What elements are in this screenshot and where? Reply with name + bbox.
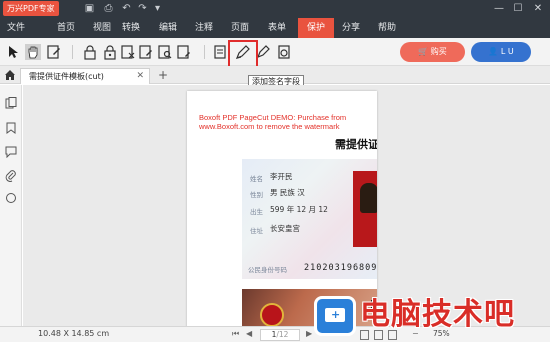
page-number-input[interactable]: 1/12 [260, 329, 300, 341]
id-label-gender: 性别 [250, 191, 263, 199]
pdf-page[interactable]: Boxoft PDF PageCut DEMO: Purchase from w… [187, 91, 377, 326]
user-account-button[interactable]: 👤 L U [471, 42, 531, 62]
close-tab-icon[interactable]: ✕ [136, 69, 144, 84]
menu-convert[interactable]: 转换 [115, 18, 147, 38]
id-value-name: 李开民 [270, 172, 293, 181]
permission-lock-icon[interactable] [102, 44, 118, 60]
id-label-name: 姓名 [250, 175, 263, 183]
app-title: 万兴PDF专家 [3, 1, 59, 16]
select-cursor-icon[interactable] [6, 44, 22, 60]
redact-mark-icon[interactable] [176, 44, 192, 60]
menu-view[interactable]: 视图 [86, 18, 118, 38]
lock-icon[interactable] [82, 44, 98, 60]
menu-help[interactable]: 帮助 [371, 18, 403, 38]
document-title: 需提供证 [335, 138, 377, 151]
buy-button[interactable]: 🛒 购买 [400, 42, 465, 62]
menu-bar: 文件 首页 视图 转换 编辑 注释 页面 表单 保护 分享 帮助 [0, 18, 550, 38]
menu-protect[interactable]: 保护 [298, 18, 334, 38]
prev-page-icon[interactable]: ◀ [246, 329, 252, 338]
id-card-front: 姓名 李开民 性别 男 民族 汉 出生 599 年 12 月 12 住址 长安皇… [242, 159, 377, 279]
document-canvas[interactable]: Boxoft PDF PageCut DEMO: Purchase from w… [23, 85, 550, 326]
menu-comment[interactable]: 注释 [188, 18, 220, 38]
national-emblem-icon [260, 303, 284, 326]
menu-share[interactable]: 分享 [335, 18, 367, 38]
clear-signature-icon[interactable] [276, 44, 292, 60]
toolbar [0, 38, 550, 66]
plus-icon: + [331, 308, 341, 321]
id-photo-portrait [360, 183, 377, 213]
close-window-icon[interactable]: ✕ [531, 2, 545, 16]
attachment-icon[interactable] [5, 170, 17, 182]
total-pages: /12 [276, 330, 289, 339]
next-page-icon[interactable]: ▶ [306, 329, 312, 338]
menu-page[interactable]: 页面 [224, 18, 256, 38]
page-size-label: 10.48 X 14.85 cm [38, 329, 110, 338]
menu-home[interactable]: 首页 [50, 18, 82, 38]
thumbnails-icon[interactable] [5, 97, 17, 109]
new-tab-icon[interactable]: + [158, 67, 168, 83]
title-bar: 万兴PDF专家 ▣ ⎙ ↶ ↷ ▾ — ☐ ✕ [0, 0, 550, 18]
maximize-icon[interactable]: ☐ [511, 2, 525, 16]
dropdown-icon[interactable]: ▾ [152, 3, 163, 14]
hand-tool-icon[interactable] [25, 44, 41, 60]
menu-form[interactable]: 表单 [261, 18, 293, 38]
id-label-address: 住址 [250, 227, 263, 235]
home-icon[interactable] [4, 69, 16, 81]
demo-watermark-text: Boxoft PDF PageCut DEMO: Purchase from w… [199, 113, 347, 131]
site-logo-icon: + [314, 296, 356, 336]
user-label: L U [500, 47, 514, 56]
id-value-birth: 599 年 12 月 12 [270, 205, 328, 214]
comment-icon[interactable] [5, 146, 17, 159]
id-number: 210203196809 [304, 263, 377, 273]
redo-icon[interactable]: ↷ [137, 3, 148, 14]
toolbar-divider [204, 45, 205, 59]
minimize-icon[interactable]: — [492, 2, 506, 16]
document-tab[interactable]: 需提供证件模板(cut) ✕ [20, 68, 150, 84]
id-number-label: 公民身份号码 [248, 266, 287, 274]
bookmark-icon[interactable] [5, 122, 17, 134]
document-tab-label: 需提供证件模板(cut) [29, 72, 104, 81]
redact-search-icon[interactable] [157, 44, 173, 60]
first-page-icon[interactable]: ⏮ [232, 329, 239, 339]
toolbar-divider [72, 45, 73, 59]
site-watermark: + 电脑技术吧 [314, 294, 550, 342]
undo-icon[interactable]: ↶ [121, 3, 132, 14]
remove-security-icon[interactable] [120, 44, 136, 60]
sign-document-icon[interactable] [138, 44, 154, 60]
menu-edit[interactable]: 编辑 [152, 18, 184, 38]
id-value-address: 长安皇宫 [270, 224, 300, 233]
save-icon[interactable]: ▣ [84, 3, 95, 14]
print-icon[interactable]: ⎙ [103, 3, 114, 14]
id-label-birth: 出生 [250, 208, 263, 216]
left-panel [0, 85, 22, 326]
buy-label: 购买 [430, 47, 447, 56]
search-icon[interactable] [5, 192, 17, 204]
site-watermark-text: 电脑技术吧 [360, 297, 515, 332]
id-value-gender: 男 民族 汉 [270, 188, 305, 197]
edit-icon[interactable] [46, 44, 62, 60]
menu-file[interactable]: 文件 [0, 18, 32, 38]
digital-id-icon[interactable] [212, 44, 228, 60]
